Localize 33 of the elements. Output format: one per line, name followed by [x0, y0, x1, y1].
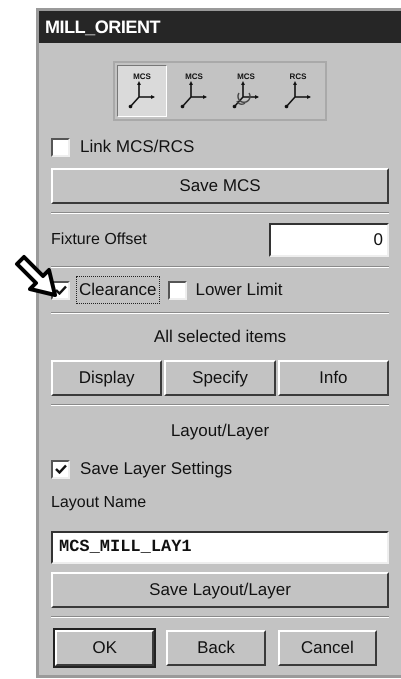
arrow-icon	[14, 254, 58, 298]
input-field[interactable]: MCS_MILL_LAY1	[51, 531, 389, 564]
section-heading: Layout/Layer	[170, 420, 270, 442]
tool-button[interactable]: MCS	[117, 65, 167, 117]
tool-button[interactable]: MCS	[169, 65, 219, 117]
dialog-button[interactable]: Cancel	[278, 630, 377, 666]
checkbox[interactable]	[168, 280, 186, 300]
field-label: Fixture Offset	[51, 230, 147, 250]
checkbox[interactable]	[51, 460, 70, 478]
checkbox[interactable]	[51, 138, 70, 156]
tool-button[interactable]: RCS	[273, 65, 323, 117]
action-button[interactable]: Specify	[164, 360, 276, 396]
axes-icon	[179, 81, 209, 109]
action-button[interactable]: Info	[278, 360, 389, 396]
checkmark-icon	[54, 285, 66, 295]
tool-button[interactable]: MCS	[221, 65, 271, 117]
rotate-axes-icon	[231, 81, 261, 109]
checkmark-icon	[54, 464, 66, 474]
checkbox-label: Clearance	[76, 276, 160, 304]
axes-icon	[283, 81, 313, 109]
checkbox-label: Link MCS/RCS	[80, 136, 194, 158]
checkbox-label: Lower Limit	[194, 279, 284, 302]
window-title: MILL_ORIENT	[45, 16, 160, 38]
dialog-button[interactable]: Back	[166, 630, 266, 666]
field-label: Layout Name	[51, 493, 148, 513]
axes-icon	[127, 81, 157, 109]
save-layout-button[interactable]: Save Layout/Layer	[51, 572, 389, 608]
checkbox-label: Save Layer Settings	[80, 458, 232, 480]
input-field[interactable]: 0	[269, 223, 389, 257]
dialog-button[interactable]: OK	[55, 630, 154, 666]
section-heading: All selected items	[152, 326, 288, 348]
action-button[interactable]: Display	[51, 360, 162, 396]
save-mcs-button[interactable]: Save MCS	[51, 168, 389, 204]
